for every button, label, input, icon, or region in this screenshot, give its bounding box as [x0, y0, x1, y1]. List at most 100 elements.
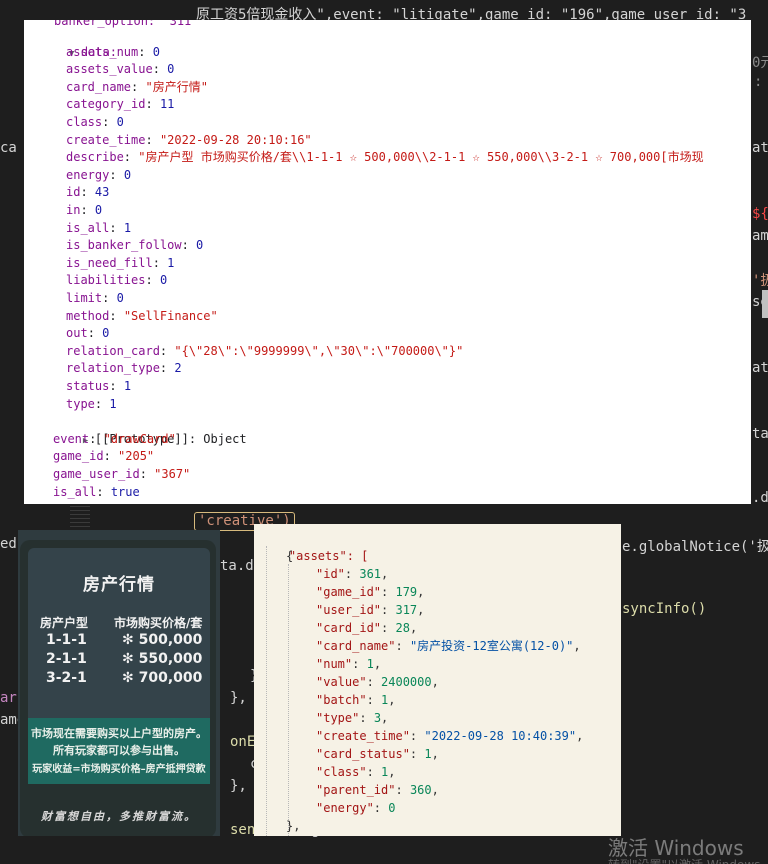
asset-field-row: "user_id": 317, — [316, 603, 425, 617]
field-key: assets_num — [66, 44, 139, 59]
windows-activation-subtext: 转到"设置"以激活 Windows。 — [608, 856, 768, 864]
field-value: 0 — [102, 326, 110, 341]
field-value: 0 — [167, 62, 175, 77]
field-value: 1 — [167, 255, 175, 270]
field-key: type — [66, 396, 95, 411]
field-value: 1 — [123, 378, 132, 393]
card-photo: 房产行情 房产户型 市场购买价格/套 1-1-1 ✻ 500,000 2-1-1 ✻ … — [18, 530, 220, 836]
card-row-price: ✻ 500,000 — [122, 632, 203, 648]
field-value: 1 — [123, 220, 132, 235]
field-value: 0 — [196, 238, 204, 253]
asset-field-key: "num" — [316, 657, 353, 671]
asset-field-key: "class" — [316, 765, 367, 779]
field-value: 11 — [159, 97, 175, 112]
asset-field-key: "energy" — [316, 801, 374, 815]
asset-field-value: 1 — [366, 657, 374, 671]
field-key: create_time — [66, 132, 146, 147]
field-key: out — [66, 326, 88, 341]
data-field-row: card_name: "房产行情" — [66, 79, 208, 94]
asset-field-row: "class": 1, — [316, 765, 396, 779]
top-field-row: is_all: true — [53, 484, 140, 499]
asset-field-value: "2022-09-28 10:40:39" — [424, 729, 577, 743]
editor-code-line: sen — [230, 822, 256, 838]
field-value: "2022-09-28 20:10:16" — [159, 132, 312, 147]
data-field-row: id: 43 — [66, 185, 110, 200]
editor-code-line: at — [752, 360, 768, 376]
field-value: 0 — [116, 290, 124, 305]
asset-field-value: 28 — [395, 621, 410, 635]
asset-field-row: "parent_id": 360, — [316, 783, 439, 797]
field-key: energy — [66, 167, 110, 182]
data-field-row: relation_type: 2 — [66, 361, 182, 376]
field-key: is_all — [66, 220, 110, 235]
asset-field-value: 360 — [409, 783, 432, 797]
field-value: "205" — [118, 449, 155, 464]
field-value: 43 — [94, 185, 110, 200]
asset-field-key: "value" — [316, 675, 367, 689]
asset-field-value: 2400000 — [381, 675, 432, 689]
assets-key: "assets": [ — [288, 549, 369, 563]
data-field-row: method: "SellFinance" — [66, 308, 218, 323]
asset-field-row: "card_name": "房产投资-12室公寓(12-0)", — [316, 639, 581, 653]
asset-field-value: 317 — [395, 603, 418, 617]
data-field-row: assets_num: 0 — [66, 44, 160, 59]
data-field-row: is_all: 1 — [66, 220, 132, 235]
card-title: 房产行情 — [83, 575, 155, 595]
data-field-row: create_time: "2022-09-28 20:10:16" — [66, 132, 312, 147]
top-field-row: game_id: "205" — [53, 449, 155, 464]
field-key: event — [53, 431, 90, 446]
asset-field-value: "房产投资-12室公寓(12-0)" — [409, 639, 574, 653]
data-field-row: relation_card: "{\"28\":\"9999999\",\"30… — [66, 343, 464, 358]
data-field-row: class: 0 — [66, 114, 124, 129]
asset-field-key: "user_id" — [316, 603, 382, 617]
field-value: 0 — [123, 167, 132, 182]
editor-code-line: e.globalNotice('扱 — [622, 539, 768, 555]
field-key: is_need_fill — [66, 255, 153, 270]
editor-code-line: .da — [752, 490, 768, 506]
field-key: in — [66, 202, 81, 217]
field-key: liabilities — [66, 273, 146, 288]
editor-code-line: at — [752, 140, 768, 156]
field-value: "房产户型 市场购买价格/套\\1-1-1 ☆ 500,000\\2-1-1 ☆… — [138, 150, 704, 165]
field-key: status — [66, 378, 110, 393]
card-col-type: 房产户型 — [40, 616, 89, 630]
top-field-row: event: "drawCard" — [53, 431, 176, 446]
data-field-row: out: 0 — [66, 326, 110, 341]
editor-code-line: onE — [230, 734, 256, 750]
editor-code-line: ta. — [752, 426, 768, 442]
asset-field-key: "id" — [316, 567, 345, 581]
asset-field-row: "energy": 0 — [316, 801, 396, 815]
editor-code-line: : — [754, 74, 763, 90]
data-field-row: limit: 0 — [66, 290, 124, 305]
asset-field-row: "card_status": 1, — [316, 747, 439, 761]
data-field-row: describe: "房产户型 市场购买价格/套\\1-1-1 ☆ 500,00… — [66, 150, 704, 165]
top-field-row: game_user_id: "367" — [53, 466, 191, 481]
data-field-row: liabilities: 0 — [66, 273, 168, 288]
editor-code-line: '扱 — [752, 273, 768, 289]
editor-scrollbar-thumb[interactable] — [762, 290, 768, 318]
data-field-row: is_need_fill: 1 — [66, 255, 175, 270]
asset-field-key: "type" — [316, 711, 360, 725]
indent-guide — [288, 564, 289, 836]
card-row-type: 3-2-1 — [46, 670, 87, 686]
field-key: class — [66, 114, 103, 129]
field-value: 0 — [94, 202, 103, 217]
asset-field-row: "game_id": 179, — [316, 585, 425, 599]
card-slogan: 财富想自由，多推财富流。 — [41, 810, 197, 823]
data-field-row: category_id: 11 — [66, 97, 175, 112]
field-value: 2 — [174, 361, 182, 376]
field-value: 0 — [116, 114, 124, 129]
asset-field-key: "card_status" — [316, 747, 410, 761]
data-field-row: status: 1 — [66, 378, 132, 393]
field-key: game_id — [53, 449, 104, 464]
asset-field-row: "value": 2400000, — [316, 675, 439, 689]
editor-code-line: syncInfo() — [622, 601, 707, 617]
field-key: is_all — [53, 484, 97, 499]
editor-code-line: ca — [0, 140, 17, 156]
field-key: category_id — [66, 97, 146, 112]
field-value: "drawCard" — [103, 431, 176, 446]
asset-field-row: "batch": 1, — [316, 693, 396, 707]
asset-field-value: 3 — [373, 711, 382, 725]
editor-code-line: ar — [0, 690, 17, 706]
field-key: describe — [66, 150, 124, 165]
